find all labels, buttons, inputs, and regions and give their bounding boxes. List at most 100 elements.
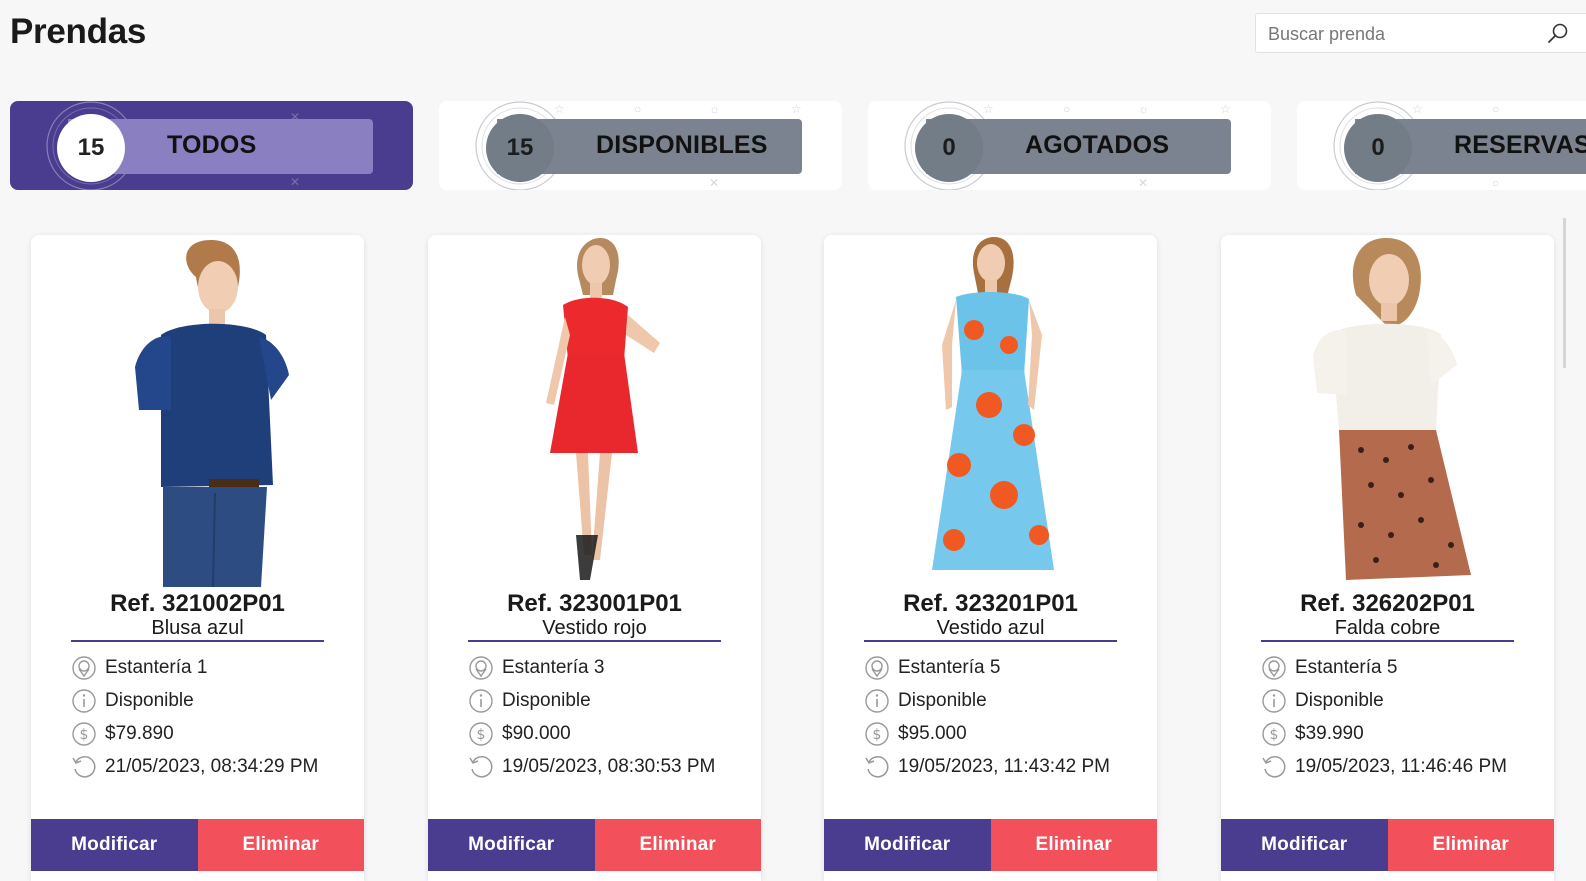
divider	[71, 640, 324, 642]
location-pin-icon	[72, 656, 96, 680]
status-text: Disponible	[502, 690, 591, 711]
date-row: 21/05/2023, 08:34:29 PM	[71, 754, 318, 780]
product-image	[428, 235, 761, 587]
edit-button[interactable]: Modificar	[31, 819, 198, 871]
product-ref: Ref. 323201P01	[903, 590, 1078, 617]
status-row: Disponible	[71, 688, 194, 714]
price-text: $39.990	[1295, 723, 1364, 744]
info-icon	[72, 689, 96, 713]
product-card: Ref. 323201P01 Vestido azul Estantería 5…	[824, 235, 1157, 881]
location-text: Estantería 5	[898, 657, 1001, 678]
date-text: 21/05/2023, 08:34:29 PM	[105, 756, 319, 777]
product-ref: Ref. 323001P01	[507, 590, 682, 617]
filter-tab-todos[interactable]: ✕ ○ ✕ 15 TODOS	[10, 101, 413, 190]
tab-count: 0	[1344, 114, 1412, 182]
card-actions: Modificar Eliminar	[428, 819, 761, 871]
price-text: $90.000	[502, 723, 571, 744]
status-text: Disponible	[1295, 690, 1384, 711]
card-actions: Modificar Eliminar	[1221, 819, 1554, 871]
product-name: Vestido rojo	[542, 617, 647, 639]
dollar-icon: $	[865, 722, 889, 746]
delete-button[interactable]: Eliminar	[1387, 819, 1554, 871]
svg-text:○: ○	[634, 102, 641, 116]
location-row: Estantería 5	[864, 655, 1000, 681]
product-image	[824, 235, 1157, 587]
delete-button[interactable]: Eliminar	[990, 819, 1157, 871]
divider	[468, 640, 721, 642]
status-row: Disponible	[1261, 688, 1384, 714]
divider	[1261, 640, 1514, 642]
delete-button[interactable]: Eliminar	[197, 819, 364, 871]
tab-count: 15	[57, 114, 125, 182]
date-row: 19/05/2023, 11:46:46 PM	[1261, 754, 1507, 780]
price-row: $ $90.000	[468, 721, 571, 747]
date-text: 19/05/2023, 11:43:42 PM	[898, 756, 1110, 777]
status-text: Disponible	[105, 690, 194, 711]
edit-button[interactable]: Modificar	[428, 819, 595, 871]
product-image	[31, 235, 364, 587]
location-row: Estantería 3	[468, 655, 604, 681]
page-title: Prendas	[10, 12, 147, 51]
edit-button[interactable]: Modificar	[824, 819, 991, 871]
svg-text:☆: ☆	[1412, 102, 1423, 116]
date-text: 19/05/2023, 08:30:53 PM	[502, 756, 716, 777]
history-icon	[865, 756, 889, 778]
svg-text:○: ○	[1492, 176, 1499, 190]
location-text: Estantería 1	[105, 657, 208, 678]
svg-text:☼: ☼	[709, 102, 720, 116]
price-row: $ $95.000	[864, 721, 967, 747]
tab-label: DISPONIBLES	[596, 131, 768, 159]
location-text: Estantería 3	[502, 657, 605, 678]
edit-button[interactable]: Modificar	[1221, 819, 1388, 871]
svg-text:✕: ✕	[290, 175, 300, 189]
status-row: Disponible	[864, 688, 987, 714]
card-actions: Modificar Eliminar	[824, 819, 1157, 871]
location-pin-icon	[469, 656, 493, 680]
svg-text:☆: ☆	[1220, 102, 1231, 116]
search-input[interactable]	[1266, 22, 1540, 46]
filter-tab-disponibles[interactable]: ☆ ○ ☼ ☆ ✕ 15 DISPONIBLES	[439, 101, 842, 190]
svg-text:☆: ☆	[791, 102, 802, 116]
delete-button[interactable]: Eliminar	[594, 819, 761, 871]
tab-label: TODOS	[167, 131, 257, 159]
scrollbar[interactable]	[1563, 218, 1566, 368]
svg-text:✕: ✕	[1138, 176, 1148, 190]
search-icon[interactable]	[1546, 22, 1570, 46]
svg-text:$: $	[1270, 727, 1279, 743]
location-pin-icon	[865, 656, 889, 680]
search-box[interactable]	[1255, 13, 1586, 53]
date-row: 19/05/2023, 08:30:53 PM	[468, 754, 715, 780]
dollar-icon: $	[469, 722, 493, 746]
date-text: 19/05/2023, 11:46:46 PM	[1295, 756, 1507, 777]
price-text: $79.890	[105, 723, 174, 744]
svg-text:✕: ✕	[709, 176, 719, 190]
filter-tab-agotados[interactable]: ☆ ○ ☼ ☆ ✕ 0 AGOTADOS	[868, 101, 1271, 190]
tab-label: AGOTADOS	[1025, 131, 1170, 159]
date-row: 19/05/2023, 11:43:42 PM	[864, 754, 1110, 780]
history-icon	[72, 756, 96, 778]
dollar-icon: $	[1262, 722, 1286, 746]
price-row: $ $39.990	[1261, 721, 1364, 747]
product-ref: Ref. 321002P01	[110, 590, 285, 617]
dollar-icon: $	[72, 722, 96, 746]
svg-text:○: ○	[1063, 102, 1070, 116]
svg-text:$: $	[873, 727, 882, 743]
tab-count: 0	[915, 114, 983, 182]
filter-tab-reservas[interactable]: ☆ ○ ○ 0 RESERVAS	[1297, 101, 1586, 190]
status-row: Disponible	[468, 688, 591, 714]
card-actions: Modificar Eliminar	[31, 819, 364, 871]
tab-count: 15	[486, 114, 554, 182]
product-card: Ref. 323001P01 Vestido rojo Estantería 3…	[428, 235, 761, 881]
product-card: Ref. 326202P01 Falda cobre Estantería 5 …	[1221, 235, 1554, 881]
status-text: Disponible	[898, 690, 987, 711]
product-card: Ref. 321002P01 Blusa azul Estantería 1 D…	[31, 235, 364, 881]
history-icon	[469, 756, 493, 778]
product-ref: Ref. 326202P01	[1300, 590, 1475, 617]
svg-text:$: $	[80, 727, 89, 743]
svg-text:☆: ☆	[554, 102, 565, 116]
history-icon	[1262, 756, 1286, 778]
svg-text:☼: ☼	[1138, 102, 1149, 116]
price-text: $95.000	[898, 723, 967, 744]
product-name: Falda cobre	[1334, 617, 1441, 639]
svg-text:○: ○	[1492, 102, 1499, 116]
